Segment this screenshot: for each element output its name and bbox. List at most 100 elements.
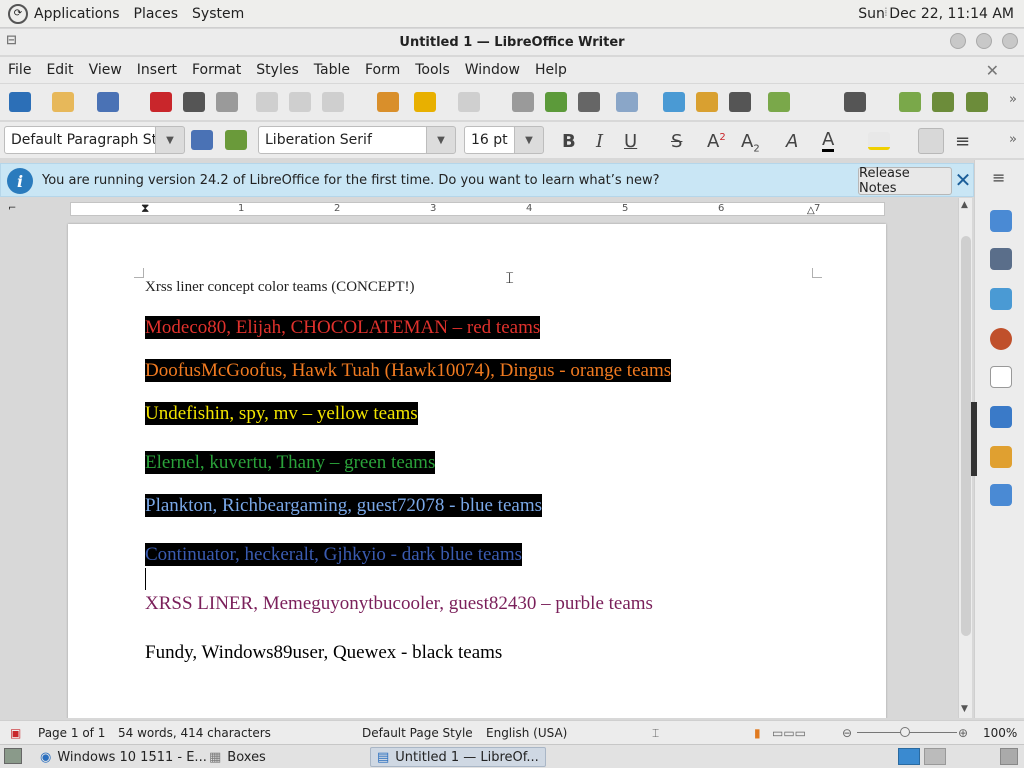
doc-team-line-green[interactable]: Elernel, kuvertu, Thany – green teams xyxy=(145,451,436,474)
trash-icon[interactable] xyxy=(1000,748,1018,765)
document-page[interactable]: Xrss liner concept color teams (CONCEPT!… xyxy=(68,224,886,718)
clear-formatting-icon[interactable]: A xyxy=(786,131,798,152)
font-size-select[interactable]: 16 pt xyxy=(464,126,516,154)
font-size-dropdown-icon[interactable]: ▼ xyxy=(514,126,544,154)
menu-file[interactable]: File xyxy=(8,62,31,78)
insert-image-icon[interactable] xyxy=(663,92,685,112)
page-icon[interactable] xyxy=(990,366,1012,388)
tab-stop-icon[interactable]: ⌐ xyxy=(8,203,16,214)
close-window-button[interactable] xyxy=(1002,33,1018,49)
places-menu[interactable]: Places xyxy=(134,6,179,22)
bold-icon[interactable]: B xyxy=(562,131,576,152)
formatting-marks-icon[interactable] xyxy=(578,92,600,112)
workspace-switcher-icon-2[interactable] xyxy=(924,748,946,765)
doc-team-line-yellow[interactable]: Undefishin, spy, mv – yellow teams xyxy=(145,402,418,425)
paste-icon[interactable] xyxy=(322,92,344,112)
zoom-slider-knob[interactable] xyxy=(900,727,910,737)
page-style[interactable]: Default Page Style xyxy=(362,726,473,740)
navigator-icon[interactable] xyxy=(990,328,1012,350)
zoom-out-icon[interactable]: ⊖ xyxy=(842,726,852,740)
export-pdf-icon[interactable] xyxy=(150,92,172,112)
minimize-button[interactable] xyxy=(950,33,966,49)
italic-icon[interactable]: I xyxy=(596,131,603,152)
new-style-icon[interactable] xyxy=(225,130,247,150)
page-count[interactable]: Page 1 of 1 xyxy=(38,726,105,740)
clock[interactable]: Sun Dec 22, 11:14 AM xyxy=(858,6,1014,22)
insert-hyperlink-icon[interactable] xyxy=(899,92,921,112)
applications-menu[interactable]: Applications xyxy=(34,6,120,22)
insert-special-char-icon[interactable] xyxy=(844,92,866,112)
align-left-icon[interactable] xyxy=(918,128,944,154)
horizontal-ruler[interactable]: 1 2 3 4 5 6 7 ⧗ △ xyxy=(70,201,885,216)
doc-team-line-blue[interactable]: Plankton, Richbeargaming, guest72078 - b… xyxy=(145,494,542,517)
scrollbar-thumb[interactable] xyxy=(961,236,971,636)
gallery-icon[interactable] xyxy=(990,288,1012,310)
doc-team-line-purple[interactable]: XRSS LINER, Memeguyonytbucooler, guest82… xyxy=(145,593,653,615)
find-replace-icon[interactable] xyxy=(512,92,534,112)
left-indent-marker[interactable]: ⧗ xyxy=(141,201,149,216)
menu-edit[interactable]: Edit xyxy=(46,62,73,78)
zoom-level[interactable]: 100% xyxy=(983,726,1017,740)
doc-team-line-dark-blue[interactable]: Continuator, heckeralt, Gjhkyio - dark b… xyxy=(145,543,523,566)
vertical-scrollbar[interactable]: ▲ ▼ xyxy=(958,198,972,718)
font-name-select[interactable]: Liberation Serif xyxy=(258,126,428,154)
clone-formatting-icon[interactable] xyxy=(377,92,399,112)
subscript-icon[interactable]: A2 xyxy=(741,131,760,155)
print-icon[interactable] xyxy=(183,92,205,112)
save-icon[interactable] xyxy=(97,92,119,112)
strikethrough-icon[interactable]: S xyxy=(671,131,682,152)
workspace-switcher-icon[interactable] xyxy=(898,748,920,765)
taskbar-item-windows10[interactable]: ◉ Windows 10 1511 - E... xyxy=(34,747,213,767)
highlighting-color-icon[interactable] xyxy=(868,132,890,150)
insert-footnote-icon[interactable] xyxy=(932,92,954,112)
menu-insert[interactable]: Insert xyxy=(137,62,177,78)
styles-icon[interactable] xyxy=(990,248,1012,270)
release-notes-button[interactable]: Release Notes xyxy=(858,166,952,196)
gnome-foot-icon[interactable]: ⟳ xyxy=(8,3,28,24)
copy-icon[interactable] xyxy=(289,92,311,112)
sidebar-collapse-handle[interactable] xyxy=(971,402,977,476)
menu-styles[interactable]: Styles xyxy=(256,62,298,78)
properties-icon[interactable] xyxy=(990,210,1012,232)
menu-help[interactable]: Help xyxy=(535,62,567,78)
doc-team-line-orange[interactable]: DoofusMcGoofus, Hawk Tuah (Hawk10074), D… xyxy=(145,359,672,382)
menu-format[interactable]: Format xyxy=(192,62,241,78)
spelling-icon[interactable] xyxy=(545,92,567,112)
insert-endnote-icon[interactable] xyxy=(966,92,988,112)
insert-textbox-icon[interactable] xyxy=(729,92,751,112)
taskbar-item-boxes[interactable]: ▦ Boxes xyxy=(203,747,272,767)
show-desktop-icon[interactable] xyxy=(4,748,22,764)
style-inspector-icon[interactable] xyxy=(990,406,1012,428)
menu-table[interactable]: Table xyxy=(314,62,350,78)
insert-table-icon[interactable] xyxy=(616,92,638,112)
infobar-close-icon[interactable]: ✕ xyxy=(953,168,973,192)
system-menu[interactable]: System xyxy=(192,6,244,22)
right-indent-marker[interactable]: △ xyxy=(807,205,815,216)
menu-view[interactable]: View xyxy=(89,62,122,78)
sidebar-menu-icon[interactable]: ≡ xyxy=(992,168,1005,187)
taskbar-item-libreoffice[interactable]: ▤ Untitled 1 — LibreOf... xyxy=(370,747,546,767)
open-folder-icon[interactable] xyxy=(52,92,74,112)
window-title-bar[interactable]: ⊟ Untitled 1 — LibreOffice Writer xyxy=(0,29,1024,55)
menu-tools[interactable]: Tools xyxy=(415,62,450,78)
update-style-icon[interactable] xyxy=(191,130,213,150)
design-icon[interactable] xyxy=(990,484,1012,506)
underline-icon[interactable]: U xyxy=(624,131,637,152)
zoom-in-icon[interactable]: ⊕ xyxy=(958,726,968,740)
maximize-button[interactable] xyxy=(976,33,992,49)
insert-mode-icon[interactable]: ⌶ xyxy=(652,726,659,741)
window-menu-icon[interactable]: ⊟ xyxy=(6,33,17,48)
font-color-icon[interactable]: A xyxy=(822,131,835,152)
redo-icon[interactable] xyxy=(458,92,480,112)
undo-icon[interactable] xyxy=(414,92,436,112)
doc-heading-line[interactable]: Xrss liner concept color teams (CONCEPT!… xyxy=(145,279,415,296)
manage-changes-icon[interactable] xyxy=(990,446,1012,468)
scroll-down-icon[interactable]: ▼ xyxy=(961,704,968,714)
toolbar2-overflow-icon[interactable]: » xyxy=(1009,132,1017,147)
language[interactable]: English (USA) xyxy=(486,726,567,740)
paragraph-style-select[interactable]: Default Paragraph Style xyxy=(4,126,157,154)
scroll-up-icon[interactable]: ▲ xyxy=(961,200,968,210)
paragraph-style-dropdown-icon[interactable]: ▼ xyxy=(155,126,185,154)
superscript-icon[interactable]: A2 xyxy=(707,131,726,152)
insert-chart-icon[interactable] xyxy=(696,92,718,112)
